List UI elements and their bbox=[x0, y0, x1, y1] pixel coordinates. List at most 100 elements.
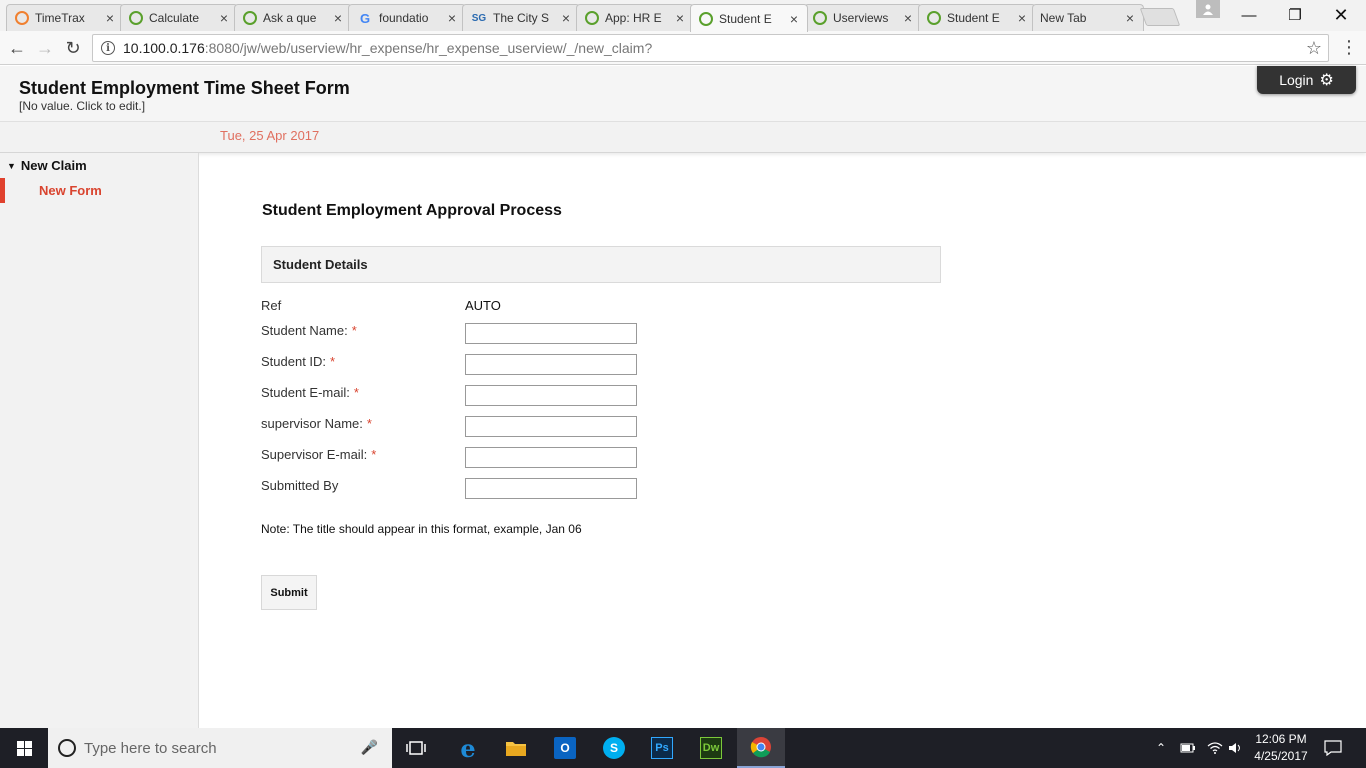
address-bar[interactable]: i 10.100.0.176 :8080/jw/web/userview/hr_… bbox=[92, 34, 1329, 62]
tab-title: Student E bbox=[947, 11, 1000, 25]
browser-tab[interactable]: Userviews × bbox=[804, 4, 922, 31]
restore-button[interactable]: ❐ bbox=[1272, 0, 1318, 30]
tab-title: The City S bbox=[493, 11, 550, 25]
gear-icon: ⚙ bbox=[1319, 72, 1334, 89]
browser-tab[interactable]: G foundatio × bbox=[348, 4, 466, 31]
login-button[interactable]: Login ⚙ bbox=[1257, 66, 1356, 94]
tab-title: Student E bbox=[719, 11, 772, 26]
submitted-by-label: Submitted By bbox=[261, 478, 339, 493]
browser-tab-active[interactable]: Student E × bbox=[690, 4, 808, 32]
skype-icon[interactable]: S bbox=[590, 728, 638, 768]
tab-title: App: HR E bbox=[605, 11, 662, 25]
outlook-icon[interactable]: O bbox=[541, 728, 589, 768]
required-marker: * bbox=[371, 447, 377, 462]
browser-toolbar: ← → ↻ i 10.100.0.176 :8080/jw/web/uservi… bbox=[0, 31, 1366, 65]
browser-tab[interactable]: Calculate × bbox=[120, 4, 238, 31]
close-tab-icon[interactable]: × bbox=[559, 10, 573, 26]
caret-down-icon: ▼ bbox=[7, 160, 16, 171]
submit-button[interactable]: Submit bbox=[261, 575, 317, 610]
tab-title: Calculate bbox=[149, 11, 200, 25]
new-tab-button[interactable] bbox=[1139, 8, 1181, 26]
system-clock[interactable]: 12:06 PM 4/25/2017 bbox=[1245, 731, 1317, 765]
section-header: Student Details bbox=[261, 246, 941, 283]
supervisor-email-input[interactable] bbox=[465, 447, 637, 468]
browser-tab[interactable]: New Tab × bbox=[1032, 4, 1144, 31]
browser-tab[interactable]: Ask a que × bbox=[234, 4, 352, 31]
student-email-label: Student E-mail: * bbox=[261, 385, 359, 400]
url-host: 10.100.0.176 bbox=[123, 40, 205, 56]
reload-icon[interactable]: ↻ bbox=[60, 35, 86, 61]
browser-tab[interactable]: SG The City S × bbox=[462, 4, 580, 31]
date-bar: Tue, 25 Apr 2017 bbox=[0, 122, 1366, 153]
student-name-label: Student Name: * bbox=[261, 323, 357, 338]
close-tab-icon[interactable]: × bbox=[787, 11, 801, 27]
joget-icon bbox=[927, 11, 941, 25]
close-tab-icon[interactable]: × bbox=[331, 10, 345, 26]
joget-icon bbox=[585, 11, 599, 25]
supervisor-name-input[interactable] bbox=[465, 416, 637, 437]
forward-arrow-icon[interactable]: → bbox=[32, 35, 58, 61]
app-header: Student Employment Time Sheet Form [No v… bbox=[0, 66, 1366, 122]
minimize-button[interactable]: — bbox=[1226, 0, 1272, 30]
close-tab-icon[interactable]: × bbox=[901, 10, 915, 26]
chrome-icon[interactable] bbox=[737, 728, 785, 768]
close-tab-icon[interactable]: × bbox=[217, 10, 231, 26]
tab-title: TimeTrax bbox=[35, 11, 85, 25]
close-tab-icon[interactable]: × bbox=[103, 10, 117, 26]
file-explorer-icon[interactable] bbox=[492, 728, 540, 768]
ref-label: Ref bbox=[261, 298, 282, 313]
browser-tab[interactable]: App: HR E × bbox=[576, 4, 694, 31]
browser-tab[interactable]: TimeTrax × bbox=[6, 4, 124, 31]
clock-date: 4/25/2017 bbox=[1254, 749, 1308, 763]
tab-title: Userviews bbox=[833, 11, 889, 25]
close-window-button[interactable]: ✕ bbox=[1318, 0, 1364, 30]
task-view-icon[interactable] bbox=[392, 728, 440, 768]
url-path: :8080/jw/web/userview/hr_expense/hr_expe… bbox=[204, 40, 653, 56]
close-tab-icon[interactable]: × bbox=[673, 10, 687, 26]
show-hidden-icons[interactable]: ⌃ bbox=[1156, 728, 1166, 768]
profile-icon[interactable] bbox=[1196, 0, 1220, 18]
student-id-input[interactable] bbox=[465, 354, 637, 375]
photoshop-icon[interactable]: Ps bbox=[638, 728, 686, 768]
edge-icon[interactable]: e bbox=[444, 728, 492, 768]
start-button[interactable] bbox=[0, 728, 48, 768]
dreamweaver-icon[interactable]: Dw bbox=[687, 728, 735, 768]
required-marker: * bbox=[366, 416, 372, 431]
back-arrow-icon[interactable]: ← bbox=[4, 35, 30, 61]
required-marker: * bbox=[330, 354, 336, 369]
page-subtitle[interactable]: [No value. Click to edit.] bbox=[19, 99, 145, 113]
close-tab-icon[interactable]: × bbox=[445, 10, 459, 26]
student-name-input[interactable] bbox=[465, 323, 637, 344]
action-center-icon[interactable] bbox=[1324, 728, 1342, 768]
clock-time: 12:06 PM bbox=[1255, 732, 1307, 746]
required-marker: * bbox=[353, 385, 359, 400]
city-icon: SG bbox=[471, 12, 487, 24]
volume-icon[interactable] bbox=[1228, 728, 1244, 768]
info-icon[interactable]: i bbox=[101, 41, 115, 55]
joget-icon bbox=[699, 11, 713, 26]
joget-icon bbox=[129, 11, 143, 25]
windows-icon bbox=[16, 740, 32, 756]
required-marker: * bbox=[351, 323, 357, 338]
cortana-icon bbox=[58, 739, 76, 757]
timetrax-icon bbox=[15, 11, 29, 25]
taskbar-search[interactable]: Type here to search 🎤 bbox=[48, 728, 392, 768]
battery-icon[interactable] bbox=[1180, 728, 1196, 768]
sidebar: ▼ New Claim New Form bbox=[0, 153, 199, 728]
bookmark-star-icon[interactable]: ☆ bbox=[1306, 38, 1322, 59]
sidebar-category-label: New Claim bbox=[20, 158, 87, 173]
taskbar: Type here to search 🎤 e O S Ps Dw ⌃ 12:0… bbox=[0, 728, 1366, 768]
form-title: Student Employment Approval Process bbox=[262, 202, 562, 219]
student-email-input[interactable] bbox=[465, 385, 637, 406]
browser-tab[interactable]: Student E × bbox=[918, 4, 1036, 31]
google-icon: G bbox=[359, 10, 371, 26]
sidebar-item-new-form[interactable]: New Form bbox=[0, 178, 199, 203]
wifi-icon[interactable] bbox=[1207, 728, 1223, 768]
close-tab-icon[interactable]: × bbox=[1123, 10, 1137, 26]
joget-icon bbox=[813, 11, 827, 25]
sidebar-category-new-claim[interactable]: ▼ New Claim bbox=[7, 158, 87, 173]
microphone-icon[interactable]: 🎤 bbox=[361, 739, 378, 756]
close-tab-icon[interactable]: × bbox=[1015, 10, 1029, 26]
browser-menu-icon[interactable]: ⋮ bbox=[1340, 37, 1358, 58]
submitted-by-input[interactable] bbox=[465, 478, 637, 499]
